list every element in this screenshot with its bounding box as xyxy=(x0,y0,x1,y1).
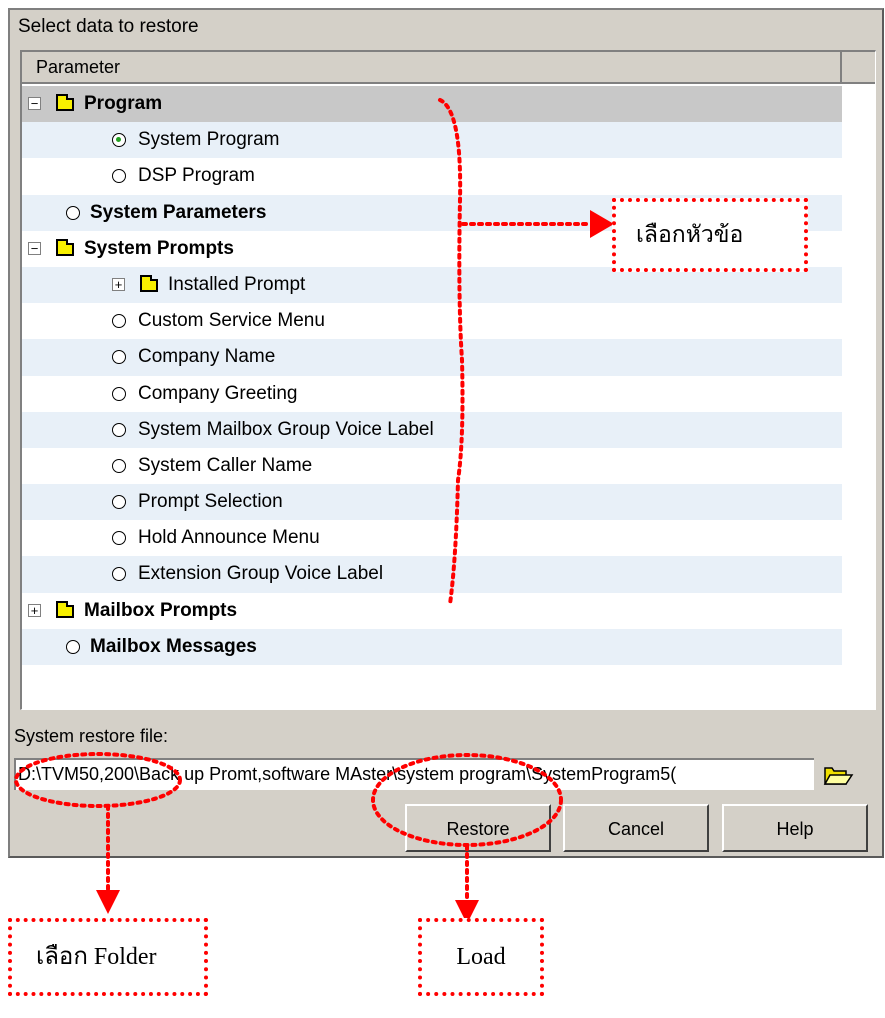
annotation-select-folder: เลือก Folder xyxy=(8,918,208,996)
annotation-load: Load xyxy=(418,918,544,996)
annotation-overlay xyxy=(14,98,614,924)
annotation-select-topic: เลือกหัวข้อ xyxy=(612,198,808,272)
